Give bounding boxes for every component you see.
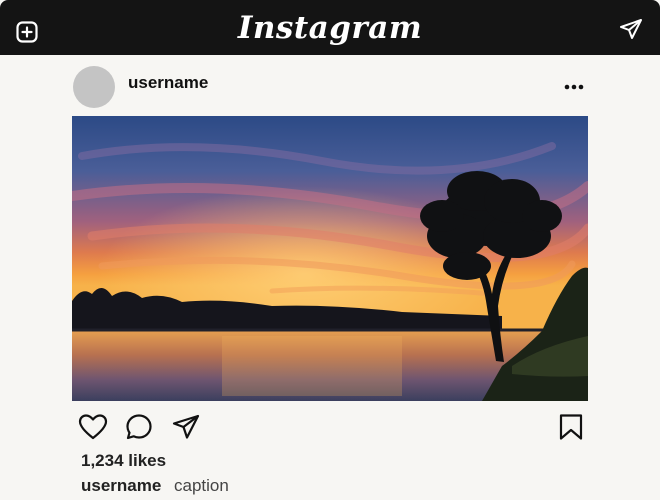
direct-message-icon[interactable] bbox=[619, 17, 643, 41]
save-bookmark-icon[interactable] bbox=[556, 412, 586, 442]
sunset-lake-image bbox=[72, 116, 588, 401]
post-image[interactable] bbox=[72, 116, 588, 401]
top-bar: Instagram bbox=[0, 0, 660, 55]
like-heart-icon[interactable] bbox=[78, 412, 108, 442]
instagram-logo[interactable]: Instagram bbox=[0, 10, 660, 46]
comment-bubble-icon[interactable] bbox=[124, 412, 154, 442]
likes-count[interactable]: 1,234 likes bbox=[81, 451, 166, 471]
caption-username[interactable]: username bbox=[81, 476, 161, 496]
post-username[interactable]: username bbox=[128, 73, 208, 93]
share-paper-plane-icon[interactable] bbox=[171, 412, 201, 442]
more-options-icon[interactable] bbox=[560, 78, 588, 96]
avatar[interactable] bbox=[73, 66, 115, 108]
caption-text: caption bbox=[174, 476, 229, 495]
